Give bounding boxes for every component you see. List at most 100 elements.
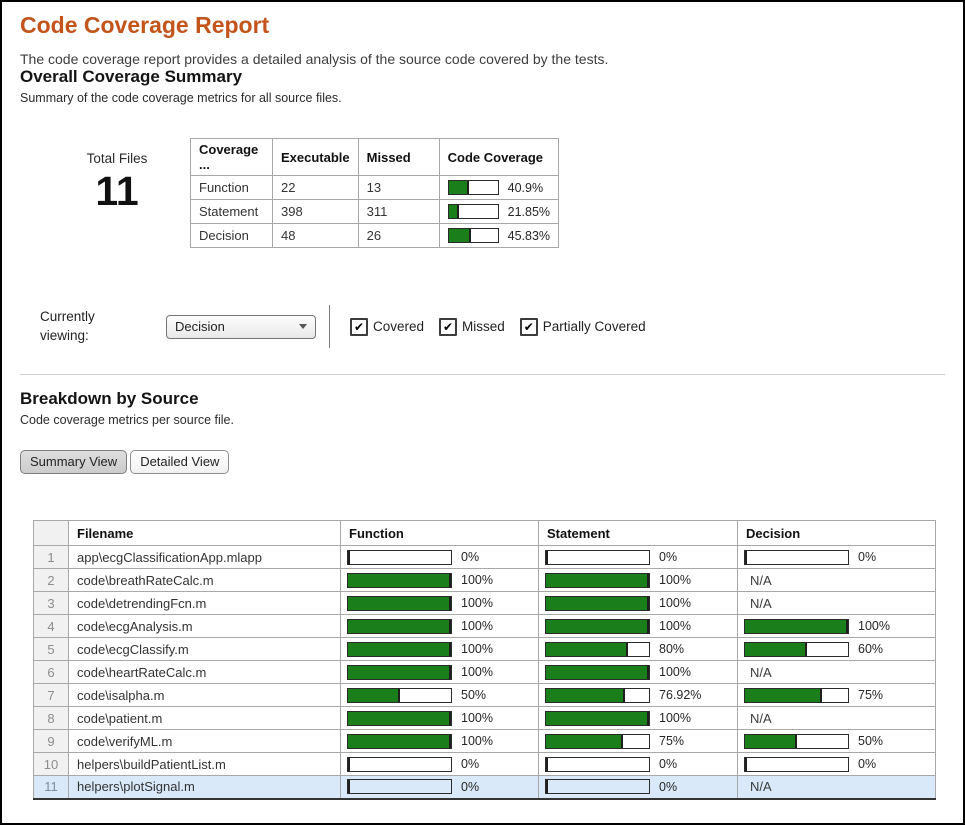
function-coverage-cell: 100% bbox=[341, 592, 539, 615]
col-filename[interactable]: Filename bbox=[69, 521, 341, 546]
checkbox-covered-label: Covered bbox=[373, 319, 424, 334]
coverage-percent-label: 100% bbox=[858, 619, 890, 633]
coverage-bar: 76.92% bbox=[545, 688, 731, 703]
table-row[interactable]: 2 code\breathRateCalc.m 100% 100% N/A bbox=[34, 569, 936, 592]
decision-coverage-cell: 60% bbox=[738, 638, 936, 661]
coverage-bar-track bbox=[347, 757, 452, 772]
statement-coverage-cell: 100% bbox=[539, 592, 738, 615]
breakdown-table-body: 1 app\ecgClassificationApp.mlapp 0% 0% 0… bbox=[34, 546, 936, 799]
detailed-view-button[interactable]: Detailed View bbox=[130, 450, 229, 474]
coverage-percent-label: 0% bbox=[461, 550, 479, 564]
missed-count-cell: 26 bbox=[358, 224, 439, 248]
function-coverage-cell: 50% bbox=[341, 684, 539, 707]
coverage-type-dropdown[interactable]: Decision bbox=[166, 315, 316, 339]
coverage-bar-track bbox=[744, 757, 849, 772]
coverage-bar-fill bbox=[348, 574, 451, 587]
executable-count-cell: 398 bbox=[273, 200, 359, 224]
filename-cell: code\detrendingFcn.m bbox=[69, 592, 341, 615]
col-executable: Executable bbox=[273, 139, 359, 176]
checkbox-missed[interactable]: ✔ Missed bbox=[439, 318, 505, 336]
coverage-bar-fill bbox=[546, 551, 548, 564]
function-coverage-cell: 100% bbox=[341, 707, 539, 730]
checkbox-covered-check-icon: ✔ bbox=[350, 318, 368, 336]
coverage-bar-fill bbox=[745, 551, 747, 564]
summary-table-body: Function 22 13 40.9% Statement 398 311 2… bbox=[191, 176, 559, 248]
coverage-bar-track bbox=[545, 619, 650, 634]
coverage-bar: 21.85% bbox=[448, 204, 550, 219]
table-row[interactable]: 7 code\isalpha.m 50% 76.92% 75% bbox=[34, 684, 936, 707]
table-row[interactable]: 3 code\detrendingFcn.m 100% 100% N/A bbox=[34, 592, 936, 615]
coverage-percent-label: 0% bbox=[659, 757, 677, 771]
code-coverage-cell: 21.85% bbox=[439, 200, 558, 224]
coverage-bar: 100% bbox=[347, 711, 532, 726]
coverage-bar-fill bbox=[348, 712, 451, 725]
table-row[interactable]: 4 code\ecgAnalysis.m 100% 100% 100% bbox=[34, 615, 936, 638]
breakdown-header-row: Filename Function Statement Decision bbox=[34, 521, 936, 546]
overall-summary-heading: Overall Coverage Summary bbox=[20, 67, 945, 87]
coverage-bar-fill bbox=[348, 735, 451, 748]
coverage-bar: 40.9% bbox=[448, 180, 550, 195]
coverage-bar-fill bbox=[546, 574, 649, 587]
coverage-type-cell: Decision bbox=[191, 224, 273, 248]
code-coverage-cell: 40.9% bbox=[439, 176, 558, 200]
coverage-bar: 100% bbox=[347, 619, 532, 634]
coverage-bar-track bbox=[347, 665, 452, 680]
coverage-percent-label: 40.9% bbox=[508, 181, 543, 195]
function-coverage-cell: 100% bbox=[341, 638, 539, 661]
coverage-bar-track bbox=[448, 180, 499, 195]
col-code-coverage: Code Coverage bbox=[439, 139, 558, 176]
coverage-bar-track bbox=[545, 596, 650, 611]
coverage-bar-track bbox=[347, 619, 452, 634]
table-row[interactable]: 10 helpers\buildPatientList.m 0% 0% 0% bbox=[34, 753, 936, 776]
total-files-block: Total Files 11 bbox=[62, 138, 172, 248]
table-row[interactable]: 6 code\heartRateCalc.m 100% 100% N/A bbox=[34, 661, 936, 684]
executable-count-cell: 48 bbox=[273, 224, 359, 248]
summary-view-button[interactable]: Summary View bbox=[20, 450, 127, 474]
table-row[interactable]: 1 app\ecgClassificationApp.mlapp 0% 0% 0… bbox=[34, 546, 936, 569]
coverage-bar-fill bbox=[348, 620, 451, 633]
table-row[interactable]: 11 helpers\plotSignal.m 0% 0% N/A bbox=[34, 776, 936, 799]
overall-summary-subheading: Summary of the code coverage metrics for… bbox=[20, 91, 945, 105]
table-row[interactable]: 8 code\patient.m 100% 100% N/A bbox=[34, 707, 936, 730]
function-coverage-cell: 0% bbox=[341, 546, 539, 569]
row-number: 9 bbox=[34, 730, 69, 753]
col-function[interactable]: Function bbox=[341, 521, 539, 546]
row-number: 2 bbox=[34, 569, 69, 592]
coverage-bar-track bbox=[347, 734, 452, 749]
coverage-bar-track bbox=[545, 779, 650, 794]
col-decision[interactable]: Decision bbox=[738, 521, 936, 546]
col-row-number bbox=[34, 521, 69, 546]
statement-coverage-cell: 100% bbox=[539, 615, 738, 638]
checkbox-covered[interactable]: ✔ Covered bbox=[350, 318, 424, 336]
table-row[interactable]: 9 code\verifyML.m 100% 75% 50% bbox=[34, 730, 936, 753]
row-number: 1 bbox=[34, 546, 69, 569]
coverage-bar: 0% bbox=[744, 550, 929, 565]
coverage-bar-fill bbox=[546, 620, 649, 633]
coverage-bar-fill bbox=[449, 181, 469, 194]
function-coverage-cell: 100% bbox=[341, 661, 539, 684]
checkbox-partially-covered[interactable]: ✔ Partially Covered bbox=[520, 318, 646, 336]
chevron-down-icon bbox=[299, 324, 307, 329]
coverage-percent-label: 50% bbox=[461, 688, 486, 702]
coverage-percent-label: 50% bbox=[858, 734, 883, 748]
coverage-bar: 0% bbox=[545, 550, 731, 565]
total-files-value: 11 bbox=[62, 168, 172, 215]
filename-cell: app\ecgClassificationApp.mlapp bbox=[69, 546, 341, 569]
coverage-bar-track bbox=[744, 734, 849, 749]
coverage-type-cell: Statement bbox=[191, 200, 273, 224]
col-statement[interactable]: Statement bbox=[539, 521, 738, 546]
coverage-bar: 0% bbox=[347, 779, 532, 794]
statement-coverage-cell: 0% bbox=[539, 753, 738, 776]
coverage-bar-fill bbox=[546, 780, 548, 793]
decision-coverage-cell: 100% bbox=[738, 615, 936, 638]
coverage-bar-track bbox=[347, 642, 452, 657]
dropdown-selected-value: Decision bbox=[175, 319, 299, 334]
coverage-bar-track bbox=[744, 688, 849, 703]
table-row[interactable]: 5 code\ecgClassify.m 100% 80% 60% bbox=[34, 638, 936, 661]
executable-count-cell: 22 bbox=[273, 176, 359, 200]
coverage-bar-fill bbox=[348, 758, 350, 771]
coverage-bar: 45.83% bbox=[448, 228, 550, 243]
coverage-bar-fill bbox=[449, 205, 460, 218]
row-number: 4 bbox=[34, 615, 69, 638]
summary-table-row: Decision 48 26 45.83% bbox=[191, 224, 559, 248]
